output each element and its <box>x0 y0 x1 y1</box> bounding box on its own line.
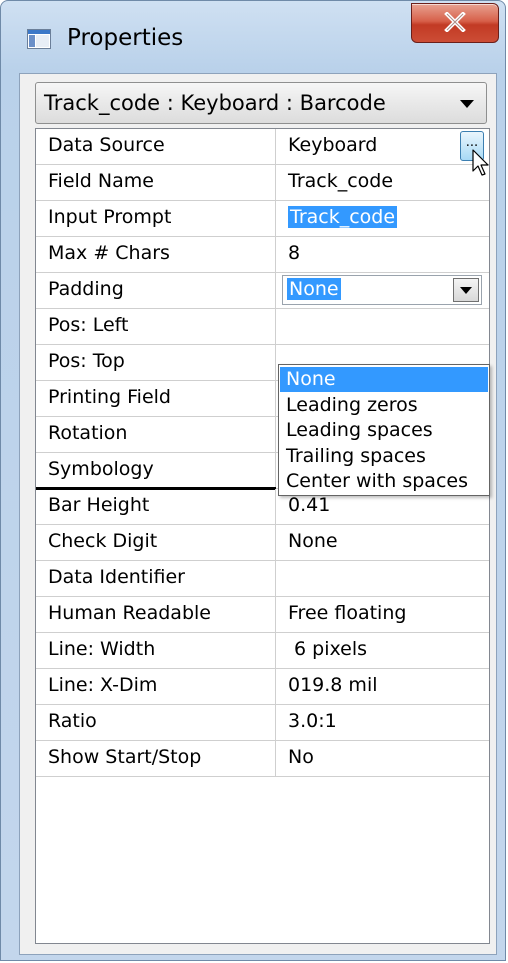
padding-options-list[interactable]: None Leading zeros Leading spaces Trailing … <box>278 364 490 496</box>
property-value-cell[interactable]: None <box>276 525 489 560</box>
close-button[interactable] <box>411 3 499 43</box>
property-name: Printing Field <box>48 386 171 408</box>
property-value-cell[interactable]: Keyboard <box>276 129 489 164</box>
close-icon <box>444 12 466 32</box>
property-name: Symbology <box>48 458 154 480</box>
property-row[interactable]: Padding None <box>36 273 489 309</box>
property-value: None <box>288 530 338 552</box>
padding-option[interactable]: Leading spaces <box>280 418 488 443</box>
property-name: Data Identifier <box>48 566 185 588</box>
padding-option[interactable]: Trailing spaces <box>280 444 488 469</box>
property-name-cell: Padding <box>36 273 276 308</box>
property-name: Data Source <box>48 134 165 156</box>
property-value: 8 <box>288 242 301 264</box>
property-name-cell: Symbology <box>36 453 276 488</box>
property-value: Free floating <box>288 602 407 624</box>
property-value-cell[interactable] <box>276 309 489 344</box>
property-name-cell: Printing Field <box>36 381 276 416</box>
property-name-cell: Human Readable <box>36 597 276 632</box>
property-value-cell[interactable]: Track_code <box>276 201 489 236</box>
chevron-down-icon <box>460 100 474 108</box>
property-value: 3.0:1 <box>288 710 337 732</box>
property-row[interactable]: Check Digit None <box>36 525 489 561</box>
padding-value: None <box>287 278 341 300</box>
property-value-cell[interactable]: No <box>276 741 489 776</box>
property-name: Line: X-Dim <box>48 674 158 696</box>
property-name: Check Digit <box>48 530 158 552</box>
property-value: 019.8 mil <box>288 674 378 696</box>
property-row[interactable]: Max # Chars 8 <box>36 237 489 273</box>
property-name-cell: Check Digit <box>36 525 276 560</box>
property-name: Padding <box>48 278 124 300</box>
properties-panel: Track_code : Keyboard : Barcode Data Sou… <box>19 73 497 955</box>
property-name-cell: Ratio <box>36 705 276 740</box>
property-row[interactable]: Data Source Keyboard... <box>36 129 489 176</box>
property-row[interactable]: Human Readable Free floating <box>36 597 489 633</box>
padding-combo-box[interactable]: None <box>282 275 482 305</box>
object-selector-dropdown[interactable]: Track_code : Keyboard : Barcode <box>35 82 487 124</box>
property-name-cell: Line: Width <box>36 633 276 668</box>
property-value: Track_code <box>288 206 398 228</box>
property-name: Bar Height <box>48 494 150 516</box>
title-bar[interactable]: Properties <box>1 1 505 73</box>
property-value: Track_code <box>288 170 394 192</box>
property-name: Input Prompt <box>48 206 172 228</box>
property-name-cell: Rotation <box>36 417 276 452</box>
property-value: Keyboard <box>288 134 378 156</box>
window-title: Properties <box>67 25 184 51</box>
property-name-cell: Bar Height <box>36 489 276 524</box>
property-name-cell: Pos: Left <box>36 309 276 344</box>
padding-option[interactable]: Leading zeros <box>280 393 488 418</box>
property-name-cell: Pos: Top <box>36 345 276 380</box>
padding-option[interactable]: None <box>280 367 488 392</box>
properties-window: Properties Track_code : Keyboard : Barco… <box>0 0 506 961</box>
property-name-cell: Show Start/Stop <box>36 741 276 776</box>
property-name: Pos: Top <box>48 350 125 372</box>
property-row[interactable]: Show Start/Stop No <box>36 741 489 777</box>
properties-window-icon <box>27 29 51 49</box>
property-name: Rotation <box>48 422 128 444</box>
padding-dropdown[interactable]: None <box>276 273 489 308</box>
property-row[interactable]: Input Prompt Track_code <box>36 201 489 237</box>
property-name: Human Readable <box>48 602 211 624</box>
property-name: Line: Width <box>48 638 156 660</box>
property-name-cell: Data Source <box>36 129 276 164</box>
property-row[interactable]: Field Name Track_code <box>36 165 489 201</box>
property-row[interactable]: Line: Width 6 pixels <box>36 633 489 669</box>
padding-option[interactable]: Center with spaces <box>280 469 488 494</box>
chevron-down-icon[interactable] <box>453 278 479 302</box>
property-grid: Data Source Keyboard... Field Name Track_co… <box>35 128 490 944</box>
property-row[interactable]: Pos: Left <box>36 309 489 345</box>
property-value-cell[interactable]: 8 <box>276 237 489 272</box>
property-name: Max # Chars <box>48 242 170 264</box>
property-name-cell: Max # Chars <box>36 237 276 272</box>
property-row[interactable]: Data Identifier <box>36 561 489 597</box>
property-value-cell[interactable] <box>276 561 489 596</box>
property-value: 0.41 <box>288 494 331 516</box>
property-row[interactable]: Line: X-Dim 019.8 mil <box>36 669 489 705</box>
object-selector-value: Track_code : Keyboard : Barcode <box>44 91 386 115</box>
property-name: Field Name <box>48 170 154 192</box>
property-name-cell: Field Name <box>36 165 276 200</box>
property-name-cell: Data Identifier <box>36 561 276 596</box>
property-value: 6 pixels <box>288 638 368 660</box>
property-name-cell: Line: X-Dim <box>36 669 276 704</box>
property-value-cell[interactable]: 3.0:1 <box>276 705 489 740</box>
property-name-cell: Input Prompt <box>36 201 276 236</box>
property-name: Show Start/Stop <box>48 746 202 768</box>
property-value-cell[interactable]: 6 pixels <box>276 633 489 668</box>
property-value: No <box>288 746 314 768</box>
property-value-cell[interactable]: Track_code <box>276 165 489 200</box>
property-value-cell[interactable]: Free floating <box>276 597 489 632</box>
property-row[interactable]: Ratio 3.0:1 <box>36 705 489 741</box>
property-name: Pos: Left <box>48 314 129 336</box>
property-value-cell[interactable]: 019.8 mil <box>276 669 489 704</box>
property-name: Ratio <box>48 710 97 732</box>
